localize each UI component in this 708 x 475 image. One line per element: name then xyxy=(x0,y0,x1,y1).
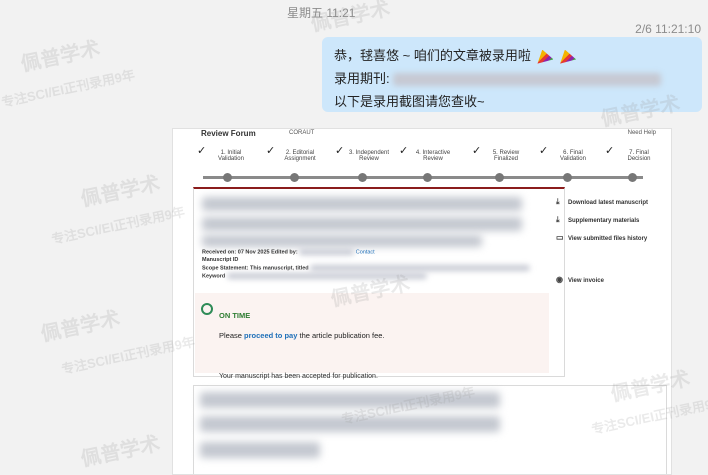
redacted-title xyxy=(202,217,522,231)
progress-node xyxy=(495,173,504,182)
manuscript-id: Manuscript ID xyxy=(202,257,239,263)
review-forum-title: Review Forum xyxy=(201,129,256,138)
watermark-brand: 佩普学术 xyxy=(19,37,102,77)
redacted-editor xyxy=(299,249,355,255)
redacted-scope xyxy=(310,265,531,271)
download-manuscript-link[interactable]: ⤓ Download latest manuscript xyxy=(556,197,648,207)
check-icon: ✓ xyxy=(605,145,615,157)
view-files-history-link[interactable]: ▭ View submitted files history xyxy=(556,233,647,242)
step-final-decision: ✓ 7. Final Decision xyxy=(605,145,651,163)
watermark-tagline: 专注SCI/EI正刊录用9年 xyxy=(0,67,137,110)
manuscript-actions: ⤓ Download latest manuscript ⤓ Supplementa… xyxy=(546,187,666,377)
message-timestamp: 2/6 11:21:10 xyxy=(635,22,701,36)
progress-node xyxy=(423,173,432,182)
check-icon: ✓ xyxy=(539,145,549,157)
redacted-keywords xyxy=(226,273,427,279)
redacted-title xyxy=(202,197,522,211)
supplementary-materials-link[interactable]: ⤓ Supplementary materials xyxy=(556,215,639,225)
watermark-brand: 佩普学术 xyxy=(79,432,162,472)
watermark-tagline: 专注SCI/EI正刊录用9年 xyxy=(50,204,187,247)
redacted-content xyxy=(200,392,500,408)
check-icon: ✓ xyxy=(197,145,207,157)
redacted-journal-name xyxy=(393,73,662,87)
download-icon: ⤓ xyxy=(556,215,560,224)
step-independent-review: ✓ 3. Independent Review xyxy=(335,145,390,163)
redacted-content xyxy=(200,442,320,458)
progress-node xyxy=(223,173,232,182)
received-date: Received on: 07 Nov 2025 Edited by: Cont… xyxy=(202,249,375,256)
on-time-notice: ON TIME Please proceed to pay the articl… xyxy=(195,293,549,380)
progress-node xyxy=(290,173,299,182)
accepted-message: Your manuscript has been accepted for pu… xyxy=(219,373,378,380)
need-help-link: Need Help xyxy=(627,130,656,136)
step-final-validation: ✓ 6. Final Validation xyxy=(539,145,586,163)
secondary-info-panel xyxy=(193,385,667,474)
party-popper-icon xyxy=(537,49,554,64)
chat-date-time: 星期五 11:21 xyxy=(287,6,356,20)
folder-icon: ▭ xyxy=(556,233,564,242)
keywords: Keyword xyxy=(202,273,427,279)
watermark-brand: 佩普学术 xyxy=(39,307,122,347)
download-icon: ⤓ xyxy=(556,197,560,206)
check-icon: ✓ xyxy=(472,145,482,157)
acceptance-screenshot-image[interactable]: Review Forum CORAUT Need Help ✓ 1. Initi… xyxy=(172,128,672,475)
progress-node xyxy=(628,173,637,182)
message-line-1: 恭，毬喜悠 ~ 咱们的文章被录用啦 xyxy=(334,44,690,67)
message-congrats: ~ 咱们的文章被录用啦 xyxy=(402,48,531,63)
proceed-to-pay-link[interactable]: proceed to pay xyxy=(244,331,297,340)
message-line-2: 录用期刊: xyxy=(334,67,690,90)
chat-message-bubble[interactable]: 恭，毬喜悠 ~ 咱们的文章被录用啦 录用期刊: 以下是录用截图请您查收~ xyxy=(322,37,702,112)
view-invoice-link[interactable]: ◉ View invoice xyxy=(556,275,604,284)
redacted-authors xyxy=(202,235,482,247)
check-icon: ✓ xyxy=(399,145,409,157)
check-icon: ✓ xyxy=(266,145,276,157)
journal-code: CORAUT xyxy=(289,130,315,136)
scope-statement: Scope Statement: This manuscript, titled xyxy=(202,265,531,271)
message-greeting: 恭，毬喜悠 xyxy=(334,48,400,63)
party-popper-icon xyxy=(560,49,577,64)
on-time-title: ON TIME xyxy=(219,311,251,320)
step-initial-validation: ✓ 1. Initial Validation xyxy=(197,145,244,163)
check-icon: ✓ xyxy=(335,145,345,157)
journal-label: 录用期刊: xyxy=(334,71,390,86)
eye-icon: ◉ xyxy=(556,275,563,284)
step-review-finalized: ✓ 5. Review Finalized xyxy=(472,145,520,163)
progress-node xyxy=(358,173,367,182)
step-editorial-assignment: ✓ 2. Editorial Assignment xyxy=(266,145,316,163)
payment-instruction: Please proceed to pay the article public… xyxy=(219,331,385,340)
step-interactive-review: ✓ 4. Interactive Review xyxy=(399,145,451,163)
alarm-clock-icon xyxy=(201,303,213,315)
progress-node xyxy=(563,173,572,182)
watermark-brand: 佩普学术 xyxy=(79,172,162,212)
message-line-3: 以下是录用截图请您查收~ xyxy=(334,94,485,109)
redacted-content xyxy=(200,416,500,432)
